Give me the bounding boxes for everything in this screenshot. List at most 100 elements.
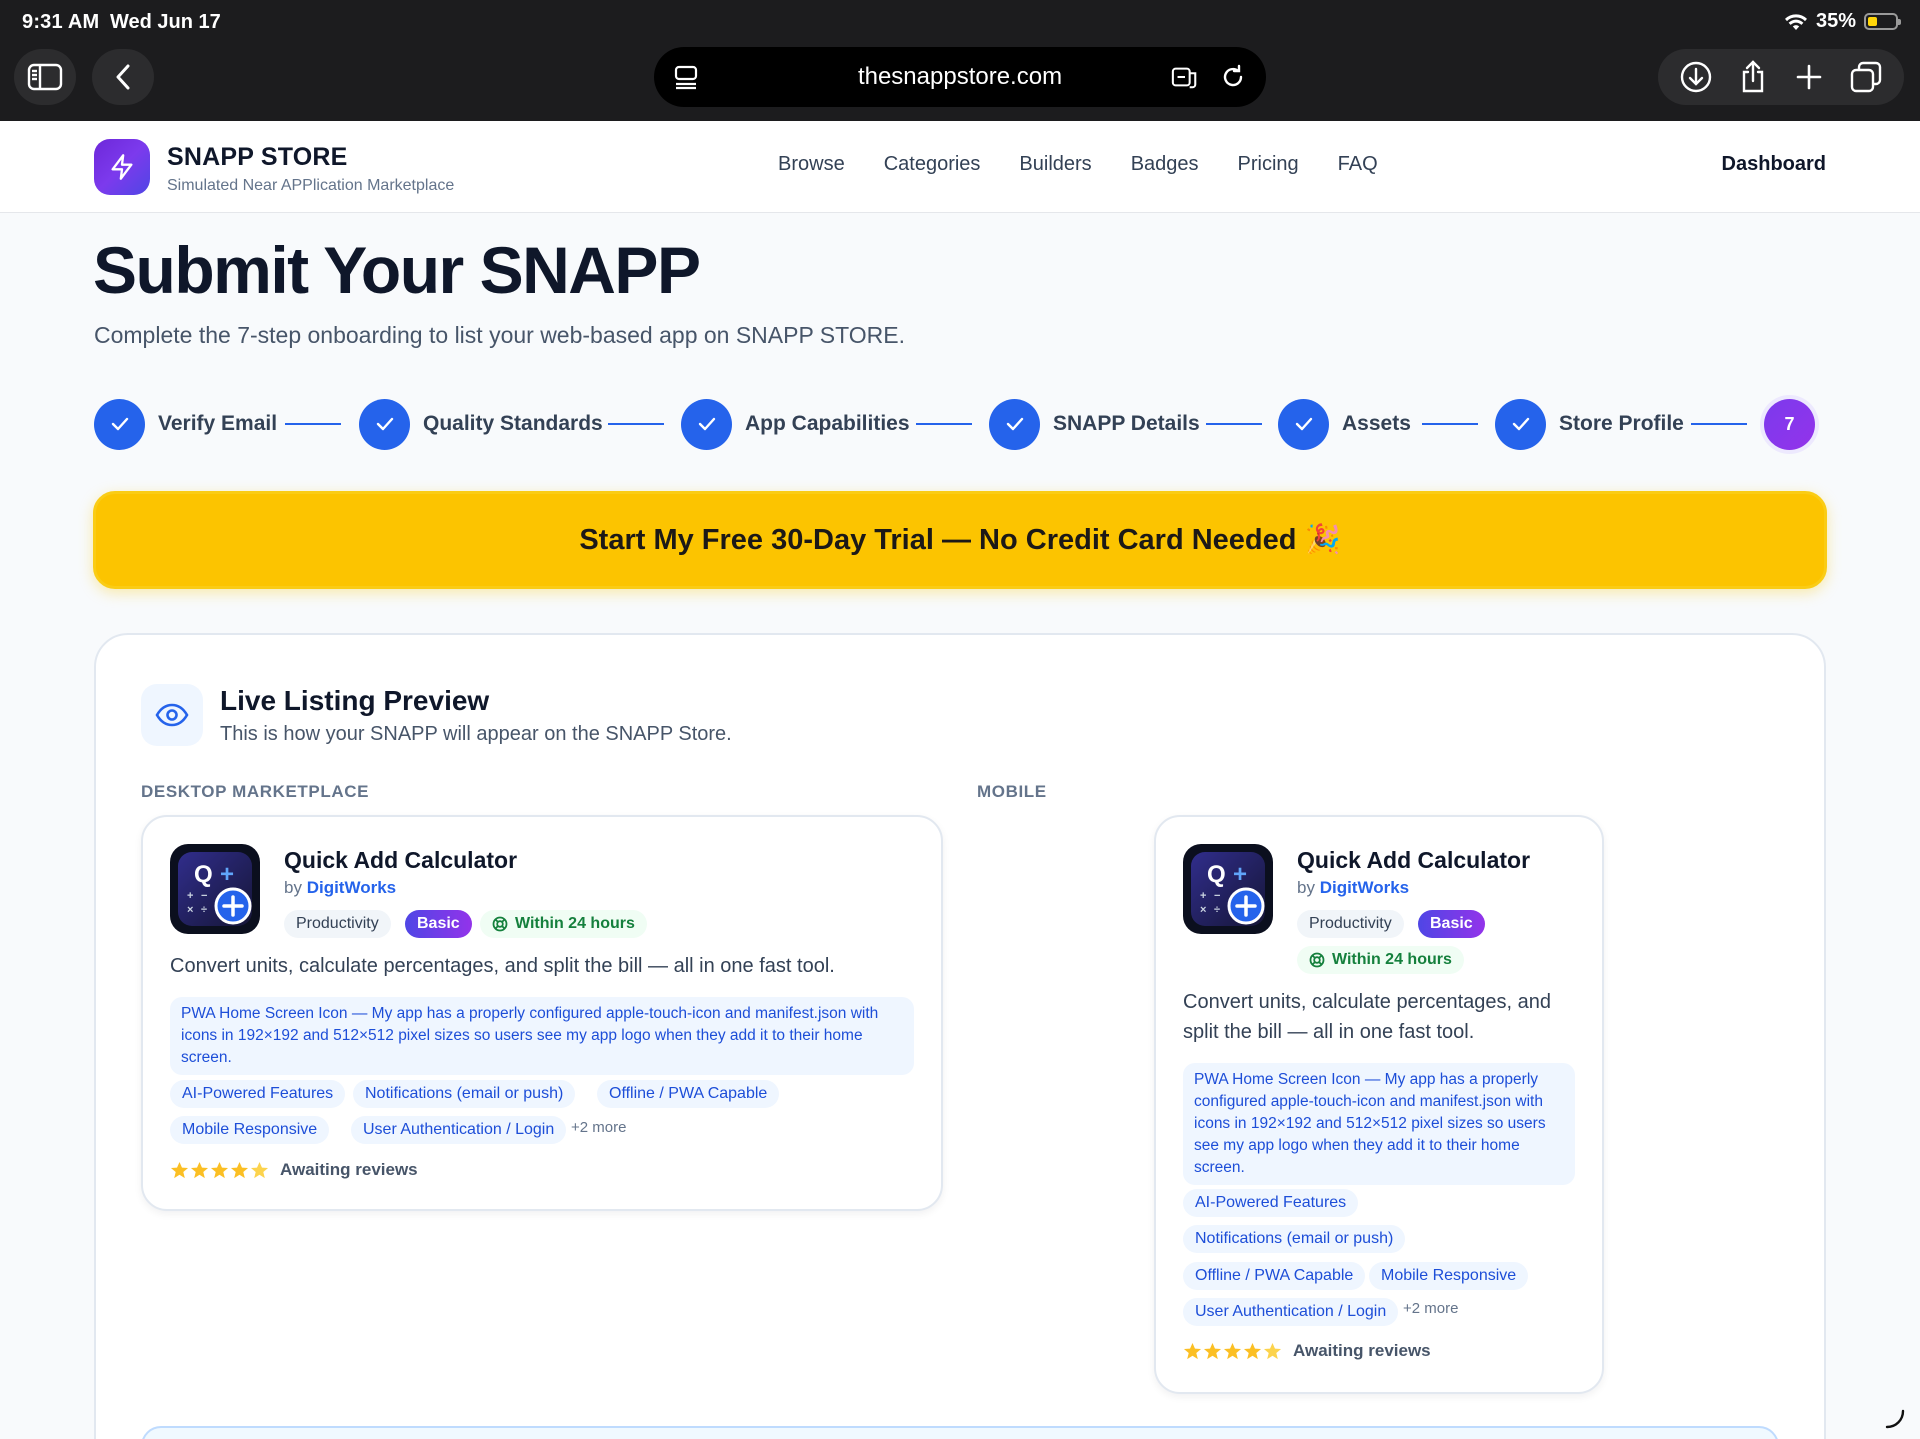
step-current[interactable]: 7 <box>1764 398 1815 450</box>
quality-note: PWA Home Screen Icon — My app has a prop… <box>1183 1063 1575 1185</box>
step-check <box>989 398 1040 450</box>
url-text[interactable]: thesnappstore.com <box>858 63 1062 91</box>
check-icon <box>698 417 715 431</box>
start-trial-button[interactable]: Start My Free 30-Day Trial — No Credit C… <box>93 491 1827 589</box>
plus-icon[interactable] <box>1789 57 1829 97</box>
star-icon <box>170 1161 189 1179</box>
developer-link[interactable]: DigitWorks <box>307 878 396 897</box>
nav-browse[interactable]: Browse <box>778 153 845 176</box>
response-text: Within 24 hours <box>1332 951 1452 968</box>
feature-chip: User Authentication / Login <box>351 1116 567 1144</box>
category-chip[interactable]: Productivity <box>284 910 391 938</box>
star-icon <box>230 1161 249 1179</box>
step-check <box>94 398 145 450</box>
sidebar-icon <box>27 63 63 91</box>
star-icon <box>210 1161 229 1179</box>
step-number: 7 <box>1764 398 1815 450</box>
mobile-label: MOBILE <box>977 782 1047 801</box>
category-chip[interactable]: Productivity <box>1297 910 1404 938</box>
sidebar-toggle-button[interactable] <box>14 49 76 105</box>
dashboard-link[interactable]: Dashboard <box>1722 153 1826 176</box>
main-nav: Browse Categories Builders Badges Pricin… <box>778 153 1378 176</box>
step-verify-email[interactable]: Verify Email <box>94 398 277 450</box>
tab-overview-icon[interactable] <box>672 63 700 91</box>
app-description: Convert units, calculate percentages, an… <box>1183 991 1551 1043</box>
step-connector <box>1422 423 1478 425</box>
app-name[interactable]: Quick Add Calculator <box>284 847 517 874</box>
loading-spinner-icon <box>1885 1409 1905 1429</box>
feature-chip: Offline / PWA Capable <box>597 1080 780 1108</box>
download-icon[interactable] <box>1676 57 1716 97</box>
step-assets[interactable]: Assets <box>1278 398 1411 450</box>
svg-text:−: − <box>1214 890 1220 902</box>
step-connector <box>1206 423 1262 425</box>
feature-chip: Mobile Responsive <box>170 1116 330 1144</box>
brand-logo[interactable] <box>94 139 150 195</box>
nav-pricing[interactable]: Pricing <box>1238 153 1299 176</box>
back-button[interactable] <box>92 49 154 105</box>
star-icon <box>250 1161 269 1179</box>
nav-builders[interactable]: Builders <box>1019 153 1091 176</box>
status-time: 9:31 AM <box>22 11 100 33</box>
star-icon <box>1203 1342 1222 1360</box>
star-icon <box>1183 1342 1202 1360</box>
by-label: by <box>284 878 302 897</box>
response-badge: Within 24 hours <box>480 910 647 938</box>
brand-name[interactable]: SNAPP STORE <box>167 143 348 172</box>
response-badge: Within 24 hours <box>1297 946 1464 974</box>
address-bar[interactable]: thesnappstore.com <box>654 47 1266 107</box>
reviews-text: Awaiting reviews <box>280 1160 418 1179</box>
status-right: 35% <box>1784 10 1901 33</box>
app-developer: by DigitWorks <box>1297 878 1409 898</box>
star-icon <box>1223 1342 1242 1360</box>
tier-badge: Basic <box>405 910 472 938</box>
developer-link[interactable]: DigitWorks <box>1320 878 1409 897</box>
app-name[interactable]: Quick Add Calculator <box>1297 847 1530 874</box>
brand-tagline: Simulated Near APPlication Marketplace <box>167 177 455 194</box>
tabs-icon[interactable] <box>1846 57 1886 97</box>
check-icon <box>111 417 128 431</box>
wifi-icon <box>1784 13 1807 30</box>
quality-note: PWA Home Screen Icon — My app has a prop… <box>170 997 914 1075</box>
step-store-profile[interactable]: Store Profile <box>1495 398 1684 450</box>
svg-text:+: + <box>1200 890 1206 902</box>
reviews-text: Awaiting reviews <box>1293 1341 1431 1360</box>
step-label: Verify Email <box>158 412 278 435</box>
status-date: Wed Jun 17 <box>110 11 221 33</box>
step-app-capabilities[interactable]: App Capabilities <box>681 398 910 450</box>
live-listing-preview: Live Listing Preview This is how your SN… <box>94 633 1826 1439</box>
page-subtitle: Complete the 7-step onboarding to list y… <box>94 322 905 348</box>
step-check <box>1278 398 1329 450</box>
step-snapp-details[interactable]: SNAPP Details <box>989 398 1200 450</box>
star-rating <box>1183 1342 1282 1361</box>
share-icon[interactable] <box>1733 57 1773 97</box>
page-title: Submit Your SNAPP <box>93 233 701 307</box>
desktop-listing-card[interactable]: Q + + − × ÷ Quick Add Calculator by DigitWo… <box>141 815 943 1211</box>
svg-text:+: + <box>220 861 234 888</box>
feature-chip: AI-Powered Features <box>170 1080 346 1108</box>
more-features[interactable]: +2 more <box>1403 1300 1458 1317</box>
step-quality-standards[interactable]: Quality Standards <box>359 398 603 450</box>
star-rating <box>170 1161 269 1180</box>
feature-chip: Notifications (email or push) <box>353 1080 576 1108</box>
site-header: SNAPP STORE Simulated Near APPlication M… <box>0 121 1920 213</box>
step-label: SNAPP Details <box>1053 412 1200 435</box>
app-icon: Q + + − × ÷ <box>1183 844 1273 934</box>
step-connector <box>608 423 664 425</box>
app-description: Convert units, calculate percentages, an… <box>170 955 835 977</box>
more-features[interactable]: +2 more <box>571 1119 626 1136</box>
nav-badges[interactable]: Badges <box>1131 153 1199 176</box>
translate-icon[interactable] <box>1171 63 1199 91</box>
svg-text:÷: ÷ <box>1214 904 1220 916</box>
step-label: App Capabilities <box>745 412 910 435</box>
svg-text:Q: Q <box>194 861 213 888</box>
eye-icon <box>155 703 189 727</box>
nav-faq[interactable]: FAQ <box>1338 153 1378 176</box>
nav-categories[interactable]: Categories <box>884 153 981 176</box>
preview-title: Live Listing Preview <box>220 685 490 716</box>
step-label: Quality Standards <box>423 412 603 435</box>
mobile-listing-card[interactable]: Q + + − × ÷ Quick Add Calculator by DigitWo… <box>1154 815 1604 1394</box>
svg-text:+: + <box>187 890 193 902</box>
reload-icon[interactable] <box>1219 63 1247 91</box>
step-connector <box>1691 423 1747 425</box>
